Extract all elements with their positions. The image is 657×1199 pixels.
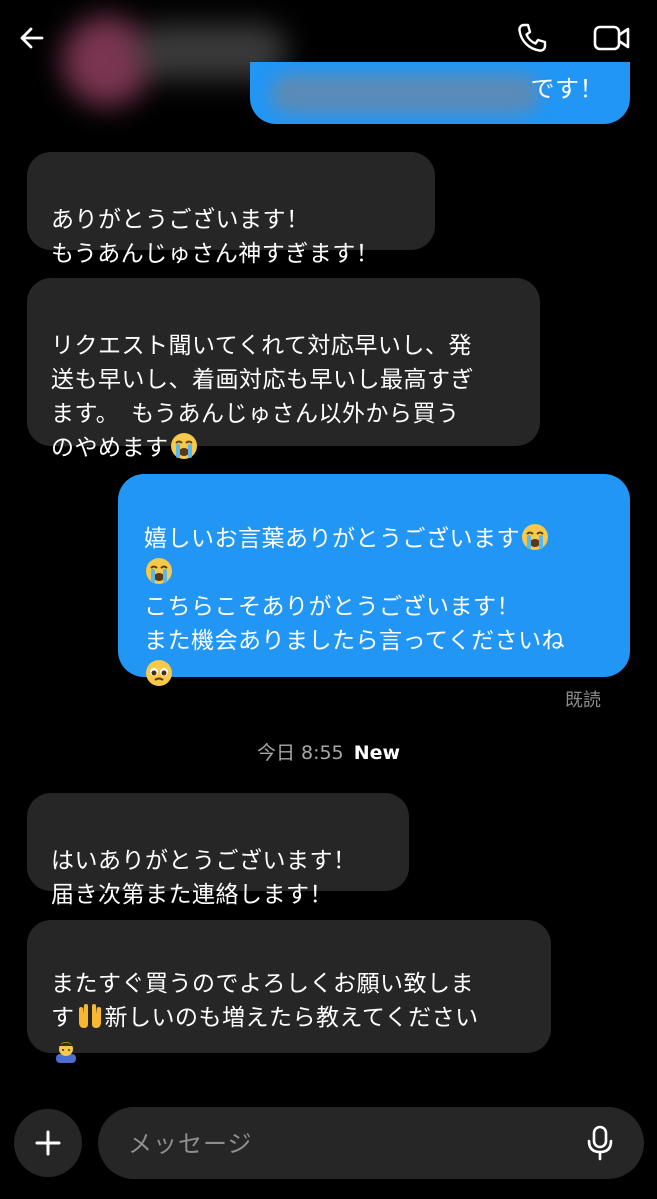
back-button[interactable] xyxy=(14,20,50,56)
loudly-crying-face-emoji xyxy=(145,557,173,585)
timestamp-divider: 今日 8:55 New xyxy=(0,738,657,765)
phone-icon xyxy=(518,23,547,52)
incoming-message[interactable]: ありがとうございます！ もうあんじゅさん神すぎます！ xyxy=(27,152,435,267)
pleading-face-emoji xyxy=(145,659,173,687)
message-composer xyxy=(98,1107,644,1181)
microphone-icon xyxy=(587,1125,613,1161)
plus-icon xyxy=(35,1130,61,1156)
incoming-message[interactable]: リクエスト聞いてくれて対応早いし、発 送も早いし、着画対応も早いし最高すぎ ます… xyxy=(27,278,540,461)
message-text: こちらこそありがとうございます！ また機会ありましたら言ってくださいね xyxy=(144,594,566,654)
video-camera-icon xyxy=(593,25,630,51)
incoming-message[interactable]: はいありがとうございます！ 届き次第また連絡します！ xyxy=(27,793,409,908)
message-text: 新しいのも増えたら教えてください xyxy=(104,1005,479,1031)
video-call-button[interactable] xyxy=(590,18,634,58)
incoming-message[interactable]: またすぐ買うのでよろしくお願い致します 新しいのも増えたら教えてください xyxy=(27,920,551,1063)
redacted-text xyxy=(270,74,540,114)
seen-indicator: 既読 xyxy=(565,690,601,711)
loudly-crying-face-emoji xyxy=(521,523,549,551)
message-text: またすぐ買うのでよろしくお願い致しま xyxy=(51,971,474,997)
message-text: ありがとうございます！ もうあんじゅさん神すぎます！ xyxy=(51,207,380,267)
message-text: す xyxy=(51,1005,75,1031)
message-text: 嬉しいお言葉ありがとうございます xyxy=(144,526,520,552)
message-text: はいありがとうございます！ 届き次第また連絡します！ xyxy=(51,848,357,908)
audio-call-button[interactable] xyxy=(512,18,552,58)
outgoing-message[interactable]: 嬉しいお言葉ありがとうございますこちらこそありがとうございます！ また機会ありま… xyxy=(118,474,630,686)
timestamp-time: 今日 8:55 xyxy=(256,742,344,764)
message-text: リクエスト聞いてくれて対応早いし、発 送も早いし、着画対応も早いし最高すぎ ます… xyxy=(51,333,474,461)
message-input[interactable] xyxy=(126,1107,570,1181)
loudly-crying-face-emoji xyxy=(170,432,198,460)
palms-up-together-emoji xyxy=(76,1002,104,1030)
bowing-person-emoji xyxy=(52,1036,80,1064)
outgoing-message-partial[interactable]: です！ xyxy=(250,62,630,124)
add-attachment-button[interactable] xyxy=(14,1109,82,1177)
arrow-left-icon xyxy=(20,27,44,49)
voice-message-button[interactable] xyxy=(578,1121,622,1165)
new-label: New xyxy=(353,742,401,764)
message-text: です！ xyxy=(530,75,604,103)
